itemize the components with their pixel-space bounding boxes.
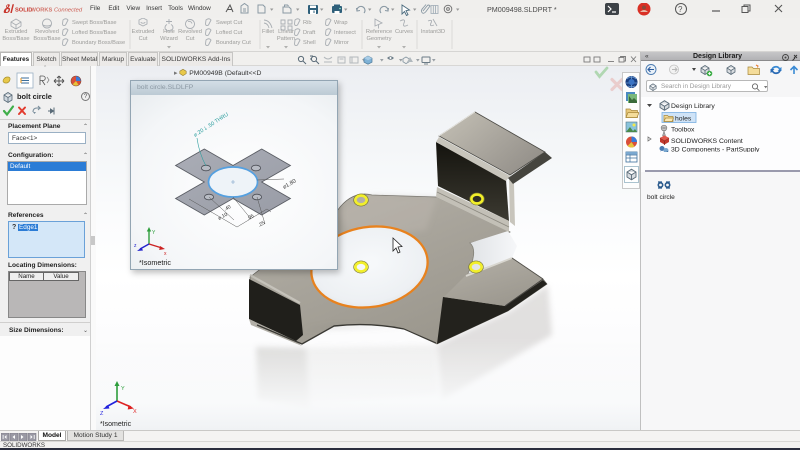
svg-text:SOLIDWORKS Content: SOLIDWORKS Content [671, 138, 743, 145]
svg-text:X: X [133, 409, 137, 415]
svg-text:3D Components - PartSupply: 3D Components - PartSupply [671, 147, 760, 153]
svg-text:Connected: Connected [54, 7, 83, 13]
svg-text:Y: Y [121, 386, 125, 392]
svg-text:holes: holes [675, 116, 692, 123]
svg-text:Toolbox: Toolbox [671, 127, 695, 134]
svg-text:?: ? [678, 5, 683, 14]
svg-text:WORKS: WORKS [31, 7, 53, 13]
svg-text:Design Library: Design Library [671, 103, 715, 110]
svg-text:*Isometric: *Isometric [139, 258, 171, 267]
